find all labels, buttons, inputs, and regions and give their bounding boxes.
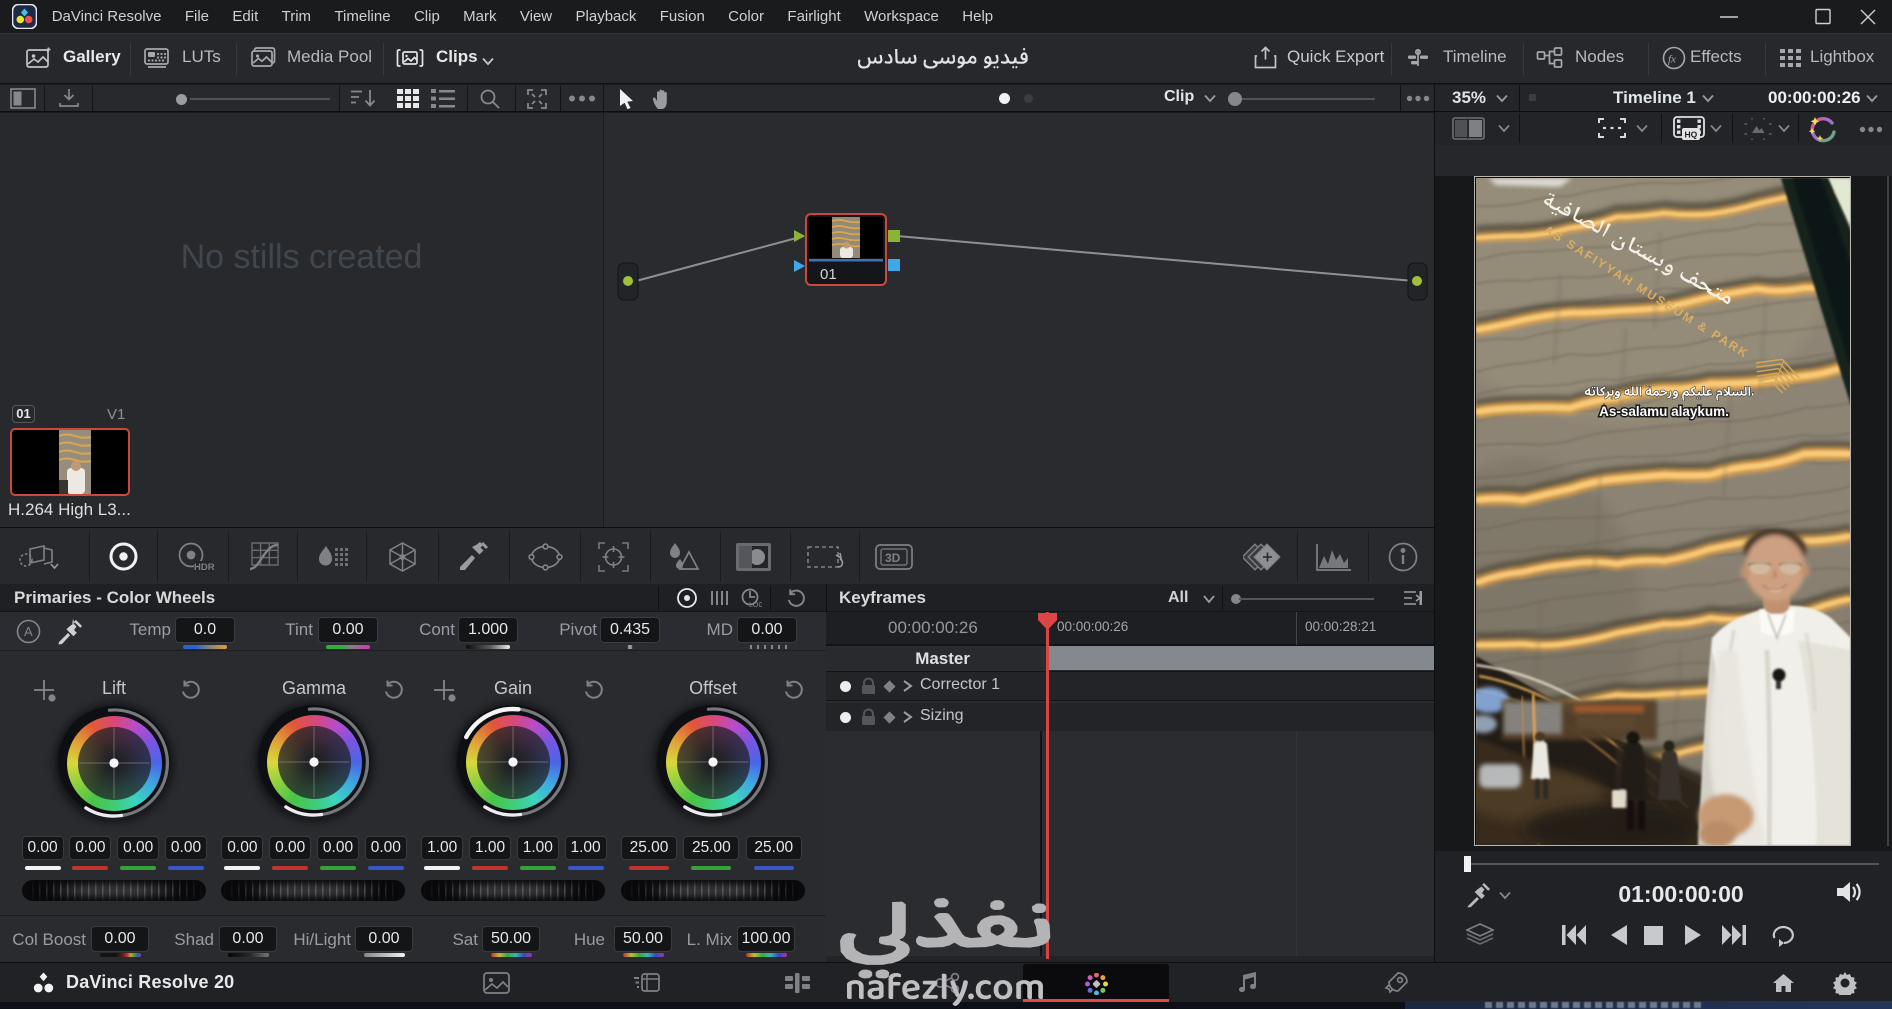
svg-text:01: 01	[820, 266, 837, 283]
svg-text:HDR: HDR	[194, 562, 215, 573]
svg-text:LOG: LOG	[749, 602, 762, 609]
svg-text:A: A	[24, 624, 33, 639]
svg-text:HQ: HQ	[1685, 130, 1698, 140]
svg-text:As-salamu alaykum.: As-salamu alaykum.	[1599, 404, 1729, 419]
svg-text:3D: 3D	[885, 551, 901, 565]
svg-text:fx: fx	[1668, 54, 1676, 66]
